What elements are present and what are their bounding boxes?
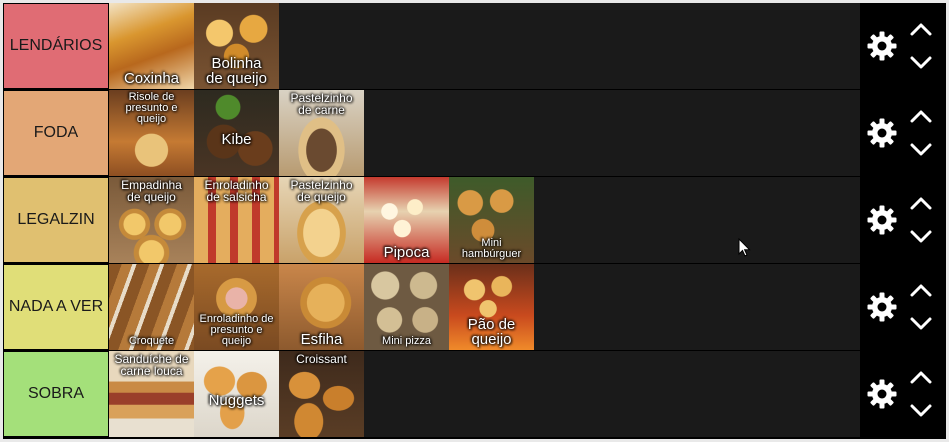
tier-item-card[interactable]: Nuggets — [194, 351, 279, 437]
tier-row: LENDÁRIOS Coxinha Bolinha de queijo — [3, 3, 946, 89]
tier-controls — [860, 90, 946, 176]
tier-items-dropzone[interactable]: Sanduíche de carne louca Nuggets Croissant — [109, 351, 860, 437]
chevron-up-icon[interactable] — [909, 368, 933, 386]
tier-item-name: Croquete — [128, 335, 175, 347]
tier-item-name: Mini hambúrguer — [461, 237, 522, 260]
tier-item-card[interactable]: Sanduíche de carne louca — [109, 351, 194, 437]
tier-item-card[interactable]: Croissant — [279, 351, 364, 437]
tier-controls — [860, 351, 946, 437]
tier-item-card[interactable]: Enroladinho de presunto e queijo — [194, 264, 279, 350]
gear-icon[interactable] — [867, 118, 897, 148]
tier-list: LENDÁRIOS Coxinha Bolinha de queijo FODA Ri… — [3, 3, 946, 439]
tier-item-card[interactable]: Mini hambúrguer — [449, 177, 534, 263]
tier-row: NADA A VER Croquete Enroladinho de presunt… — [3, 264, 946, 350]
gear-icon[interactable] — [867, 205, 897, 235]
tier-item-card[interactable]: Risole de presunto e queijo — [109, 90, 194, 176]
tier-item-card[interactable]: Bolinha de queijo — [194, 3, 279, 89]
chevron-down-icon[interactable] — [909, 315, 933, 333]
tier-controls — [860, 177, 946, 263]
tier-item-name: Nuggets — [208, 392, 265, 409]
tier-item-card[interactable]: Pastelzinho de carne — [279, 90, 364, 176]
chevron-down-icon[interactable] — [909, 141, 933, 159]
tier-row: LEGALZIN Empadinha de queijo Enroladinho d… — [3, 177, 946, 263]
tier-item-card[interactable]: Empadinha de queijo — [109, 177, 194, 263]
chevron-down-icon[interactable] — [909, 402, 933, 420]
tier-item-name: Enroladinho de presunto e queijo — [199, 313, 274, 347]
tier-item-card[interactable]: Enroladinho de salsicha — [194, 177, 279, 263]
tier-item-name: Mini pizza — [382, 335, 431, 347]
gear-icon[interactable] — [867, 31, 897, 61]
tier-items-dropzone[interactable]: Risole de presunto e queijo Kibe Pastelzin… — [109, 90, 860, 176]
tier-item-name: Coxinha — [123, 70, 180, 87]
tier-item-name: Risole de presunto e queijo — [125, 91, 178, 125]
tier-controls — [860, 264, 946, 350]
tier-item-name: Croissant — [296, 352, 347, 366]
gear-icon[interactable] — [867, 292, 897, 322]
tier-item-name: Pipoca — [383, 244, 430, 261]
tier-item-name: Sanduíche de carne louca — [114, 352, 189, 378]
mouse-cursor-icon — [738, 238, 751, 257]
chevron-up-icon[interactable] — [909, 107, 933, 125]
tier-item-name: Esfiha — [300, 331, 343, 348]
tier-label[interactable]: LEGALZIN — [3, 177, 109, 263]
tier-item-card[interactable]: Pastelzinho de queijo — [279, 177, 364, 263]
tier-item-name: Enroladinho de salsicha — [204, 178, 269, 204]
tier-item-name: Empadinha de queijo — [121, 178, 182, 204]
tier-row: SOBRA Sanduíche de carne louca Nuggets Croi… — [3, 351, 946, 437]
tier-item-name: Kibe — [221, 131, 252, 148]
tier-items-dropzone[interactable]: Coxinha Bolinha de queijo — [109, 3, 860, 89]
tier-controls — [860, 3, 946, 89]
tier-item-card[interactable]: Pipoca — [364, 177, 449, 263]
tier-item-card[interactable]: Esfiha — [279, 264, 364, 350]
tier-row: FODA Risole de presunto e queijo Kibe Paste… — [3, 90, 946, 176]
tier-item-name: Bolinha de queijo — [206, 55, 267, 87]
tier-item-card[interactable]: Mini pizza — [364, 264, 449, 350]
tier-item-name: Pão de queijo — [467, 316, 516, 348]
tier-item-name: Pastelzinho de carne — [290, 91, 353, 117]
tier-label[interactable]: SOBRA — [3, 351, 109, 437]
gear-icon[interactable] — [867, 379, 897, 409]
tier-label[interactable]: LENDÁRIOS — [3, 3, 109, 89]
tier-item-name: Pastelzinho de queijo — [290, 178, 353, 204]
tier-item-card[interactable]: Croquete — [109, 264, 194, 350]
chevron-down-icon[interactable] — [909, 228, 933, 246]
chevron-down-icon[interactable] — [909, 54, 933, 72]
tier-item-card[interactable]: Coxinha — [109, 3, 194, 89]
chevron-up-icon[interactable] — [909, 194, 933, 212]
tier-label[interactable]: FODA — [3, 90, 109, 176]
tier-label[interactable]: NADA A VER — [3, 264, 109, 350]
tier-item-card[interactable]: Kibe — [194, 90, 279, 176]
chevron-up-icon[interactable] — [909, 20, 933, 38]
tier-item-card[interactable]: Pão de queijo — [449, 264, 534, 350]
tier-items-dropzone[interactable]: Croquete Enroladinho de presunto e queijo… — [109, 264, 860, 350]
chevron-up-icon[interactable] — [909, 281, 933, 299]
